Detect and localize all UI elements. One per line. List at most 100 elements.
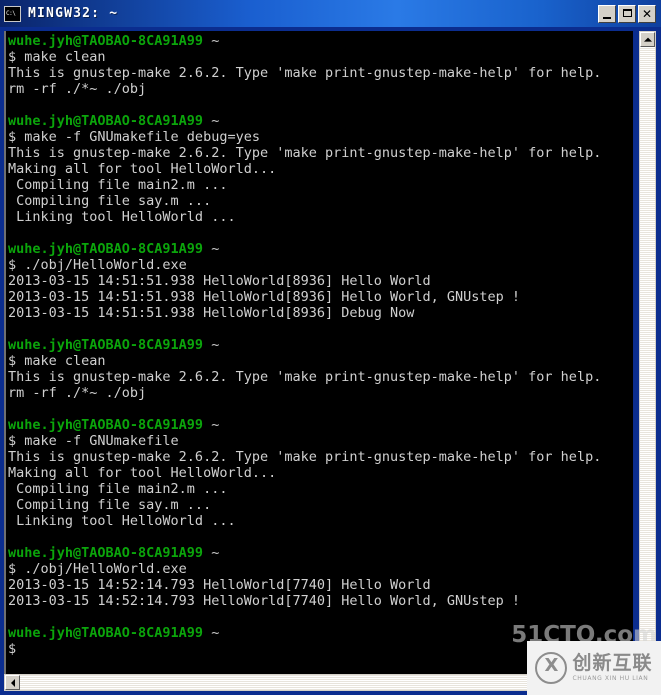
terminal-output-text: 2013-03-15 14:51:51.938 HelloWorld[8936]… [8, 273, 431, 289]
vertical-scrollbar[interactable] [639, 31, 656, 676]
terminal-line [8, 321, 633, 337]
terminal-line [8, 401, 633, 417]
terminal-line: Making all for tool HelloWorld... [8, 161, 633, 177]
terminal-output-text [8, 321, 16, 337]
terminal-output: wuhe.jyh@TAOBAO-8CA91A99 ~ $ make clean Th… [8, 33, 633, 657]
terminal-line [8, 529, 633, 545]
maximize-icon [623, 8, 632, 17]
terminal-line: wuhe.jyh@TAOBAO-8CA91A99 ~ [8, 417, 633, 433]
terminal-output-text: 2013-03-15 14:51:51.938 HelloWorld[8936]… [8, 305, 415, 321]
prompt-user-host: wuhe.jyh@TAOBAO-8CA91A99 [8, 33, 204, 49]
terminal-output-text: Compiling file say.m ... [8, 193, 212, 209]
terminal-line: This is gnustep-make 2.6.2. Type 'make p… [8, 65, 633, 81]
prompt-cwd: ~ [203, 33, 220, 49]
terminal-line: 2013-03-15 14:52:14.793 HelloWorld[7740]… [8, 577, 633, 593]
window-client-area: wuhe.jyh@TAOBAO-8CA91A99 ~ $ make clean Th… [0, 27, 661, 695]
terminal-output-text [8, 529, 16, 545]
terminal-line: Compiling file main2.m ... [8, 177, 633, 193]
horizontal-scrollbar[interactable] [4, 674, 633, 691]
close-button[interactable]: ✕ [638, 4, 656, 23]
terminal-output-text [8, 225, 16, 241]
terminal-line: $ ./obj/HelloWorld.exe [8, 561, 633, 577]
terminal-line: This is gnustep-make 2.6.2. Type 'make p… [8, 449, 633, 465]
terminal-line [8, 225, 633, 241]
terminal-line: Linking tool HelloWorld ... [8, 209, 633, 225]
terminal-line: $ [8, 641, 633, 657]
terminal-command: $ [8, 641, 17, 657]
terminal-line: 2013-03-15 14:51:51.938 HelloWorld[8936]… [8, 273, 633, 289]
terminal-output-text: Making all for tool HelloWorld... [8, 161, 277, 177]
minimize-icon [603, 16, 611, 19]
terminal-line: rm -rf ./*~ ./obj [8, 81, 633, 97]
terminal-screen[interactable]: wuhe.jyh@TAOBAO-8CA91A99 ~ $ make clean Th… [4, 31, 633, 676]
terminal-output-text: 2013-03-15 14:51:51.938 HelloWorld[8936]… [8, 289, 521, 305]
terminal-line: wuhe.jyh@TAOBAO-8CA91A99 ~ [8, 337, 633, 353]
terminal-line: This is gnustep-make 2.6.2. Type 'make p… [8, 369, 633, 385]
prompt-cwd: ~ [203, 337, 220, 353]
terminal-line: $ ./obj/HelloWorld.exe [8, 257, 633, 273]
terminal-line: wuhe.jyh@TAOBAO-8CA91A99 ~ [8, 545, 633, 561]
prompt-cwd: ~ [203, 625, 220, 641]
scroll-left-button[interactable] [5, 675, 20, 690]
terminal-command: $ make clean [8, 49, 106, 65]
terminal-line: 2013-03-15 14:51:51.938 HelloWorld[8936]… [8, 305, 633, 321]
console-icon [4, 5, 21, 22]
prompt-user-host: wuhe.jyh@TAOBAO-8CA91A99 [8, 241, 204, 257]
chevron-left-icon [10, 678, 15, 687]
terminal-command: $ ./obj/HelloWorld.exe [8, 561, 187, 577]
terminal-line: Compiling file say.m ... [8, 193, 633, 209]
minimize-button[interactable] [598, 4, 616, 23]
prompt-cwd: ~ [203, 417, 220, 433]
prompt-user-host: wuhe.jyh@TAOBAO-8CA91A99 [8, 625, 204, 641]
terminal-line: Compiling file say.m ... [8, 497, 633, 513]
prompt-cwd: ~ [203, 113, 220, 129]
terminal-output-text: rm -rf ./*~ ./obj [8, 385, 147, 401]
prompt-user-host: wuhe.jyh@TAOBAO-8CA91A99 [8, 545, 204, 561]
chevron-down-icon [643, 665, 652, 670]
terminal-line: Linking tool HelloWorld ... [8, 513, 633, 529]
prompt-user-host: wuhe.jyh@TAOBAO-8CA91A99 [8, 417, 204, 433]
terminal-output-text: Linking tool HelloWorld ... [8, 209, 236, 225]
terminal-output-text: 2013-03-15 14:52:14.793 HelloWorld[7740]… [8, 593, 521, 609]
terminal-output-text: Making all for tool HelloWorld... [8, 465, 277, 481]
prompt-cwd: ~ [203, 241, 220, 257]
close-icon: ✕ [641, 6, 653, 21]
window-title: MINGW32: ~ [28, 6, 119, 21]
terminal-output-text: This is gnustep-make 2.6.2. Type 'make p… [8, 369, 602, 385]
terminal-command: $ ./obj/HelloWorld.exe [8, 257, 187, 273]
terminal-line: wuhe.jyh@TAOBAO-8CA91A99 ~ [8, 113, 633, 129]
terminal-output-text: Compiling file main2.m ... [8, 177, 228, 193]
terminal-line: 2013-03-15 14:51:51.938 HelloWorld[8936]… [8, 289, 633, 305]
terminal-command: $ make -f GNUmakefile [8, 433, 179, 449]
terminal-line: $ make clean [8, 49, 633, 65]
terminal-line: This is gnustep-make 2.6.2. Type 'make p… [8, 145, 633, 161]
terminal-output-text: rm -rf ./*~ ./obj [8, 81, 147, 97]
terminal-output-text: This is gnustep-make 2.6.2. Type 'make p… [8, 145, 602, 161]
chevron-right-icon [622, 678, 627, 687]
terminal-output-text: Linking tool HelloWorld ... [8, 513, 236, 529]
maximize-button[interactable] [618, 4, 636, 23]
terminal-line: Compiling file main2.m ... [8, 481, 633, 497]
scroll-up-button[interactable] [640, 32, 655, 47]
scroll-right-button[interactable] [617, 675, 632, 690]
terminal-output-text: Compiling file say.m ... [8, 497, 212, 513]
terminal-line: rm -rf ./*~ ./obj [8, 385, 633, 401]
terminal-line: $ make -f GNUmakefile debug=yes [8, 129, 633, 145]
chevron-up-icon [643, 37, 652, 42]
terminal-window: MINGW32: ~ ✕ wuhe.jyh@TAOBAO-8CA91A99 ~$… [0, 0, 661, 695]
terminal-output-text [8, 97, 16, 113]
terminal-output-text: Compiling file main2.m ... [8, 481, 228, 497]
terminal-line: $ make clean [8, 353, 633, 369]
scroll-down-button[interactable] [640, 660, 655, 675]
terminal-output-text: 2013-03-15 14:52:14.793 HelloWorld[7740]… [8, 577, 431, 593]
terminal-line [8, 97, 633, 113]
window-controls: ✕ [598, 4, 656, 23]
terminal-line: 2013-03-15 14:52:14.793 HelloWorld[7740]… [8, 593, 633, 609]
terminal-command: $ make clean [8, 353, 106, 369]
terminal-line: $ make -f GNUmakefile [8, 433, 633, 449]
title-bar[interactable]: MINGW32: ~ ✕ [0, 0, 661, 27]
terminal-output-text: This is gnustep-make 2.6.2. Type 'make p… [8, 449, 602, 465]
terminal-output-text [8, 609, 16, 625]
terminal-output-text [8, 401, 16, 417]
prompt-cwd: ~ [203, 545, 220, 561]
